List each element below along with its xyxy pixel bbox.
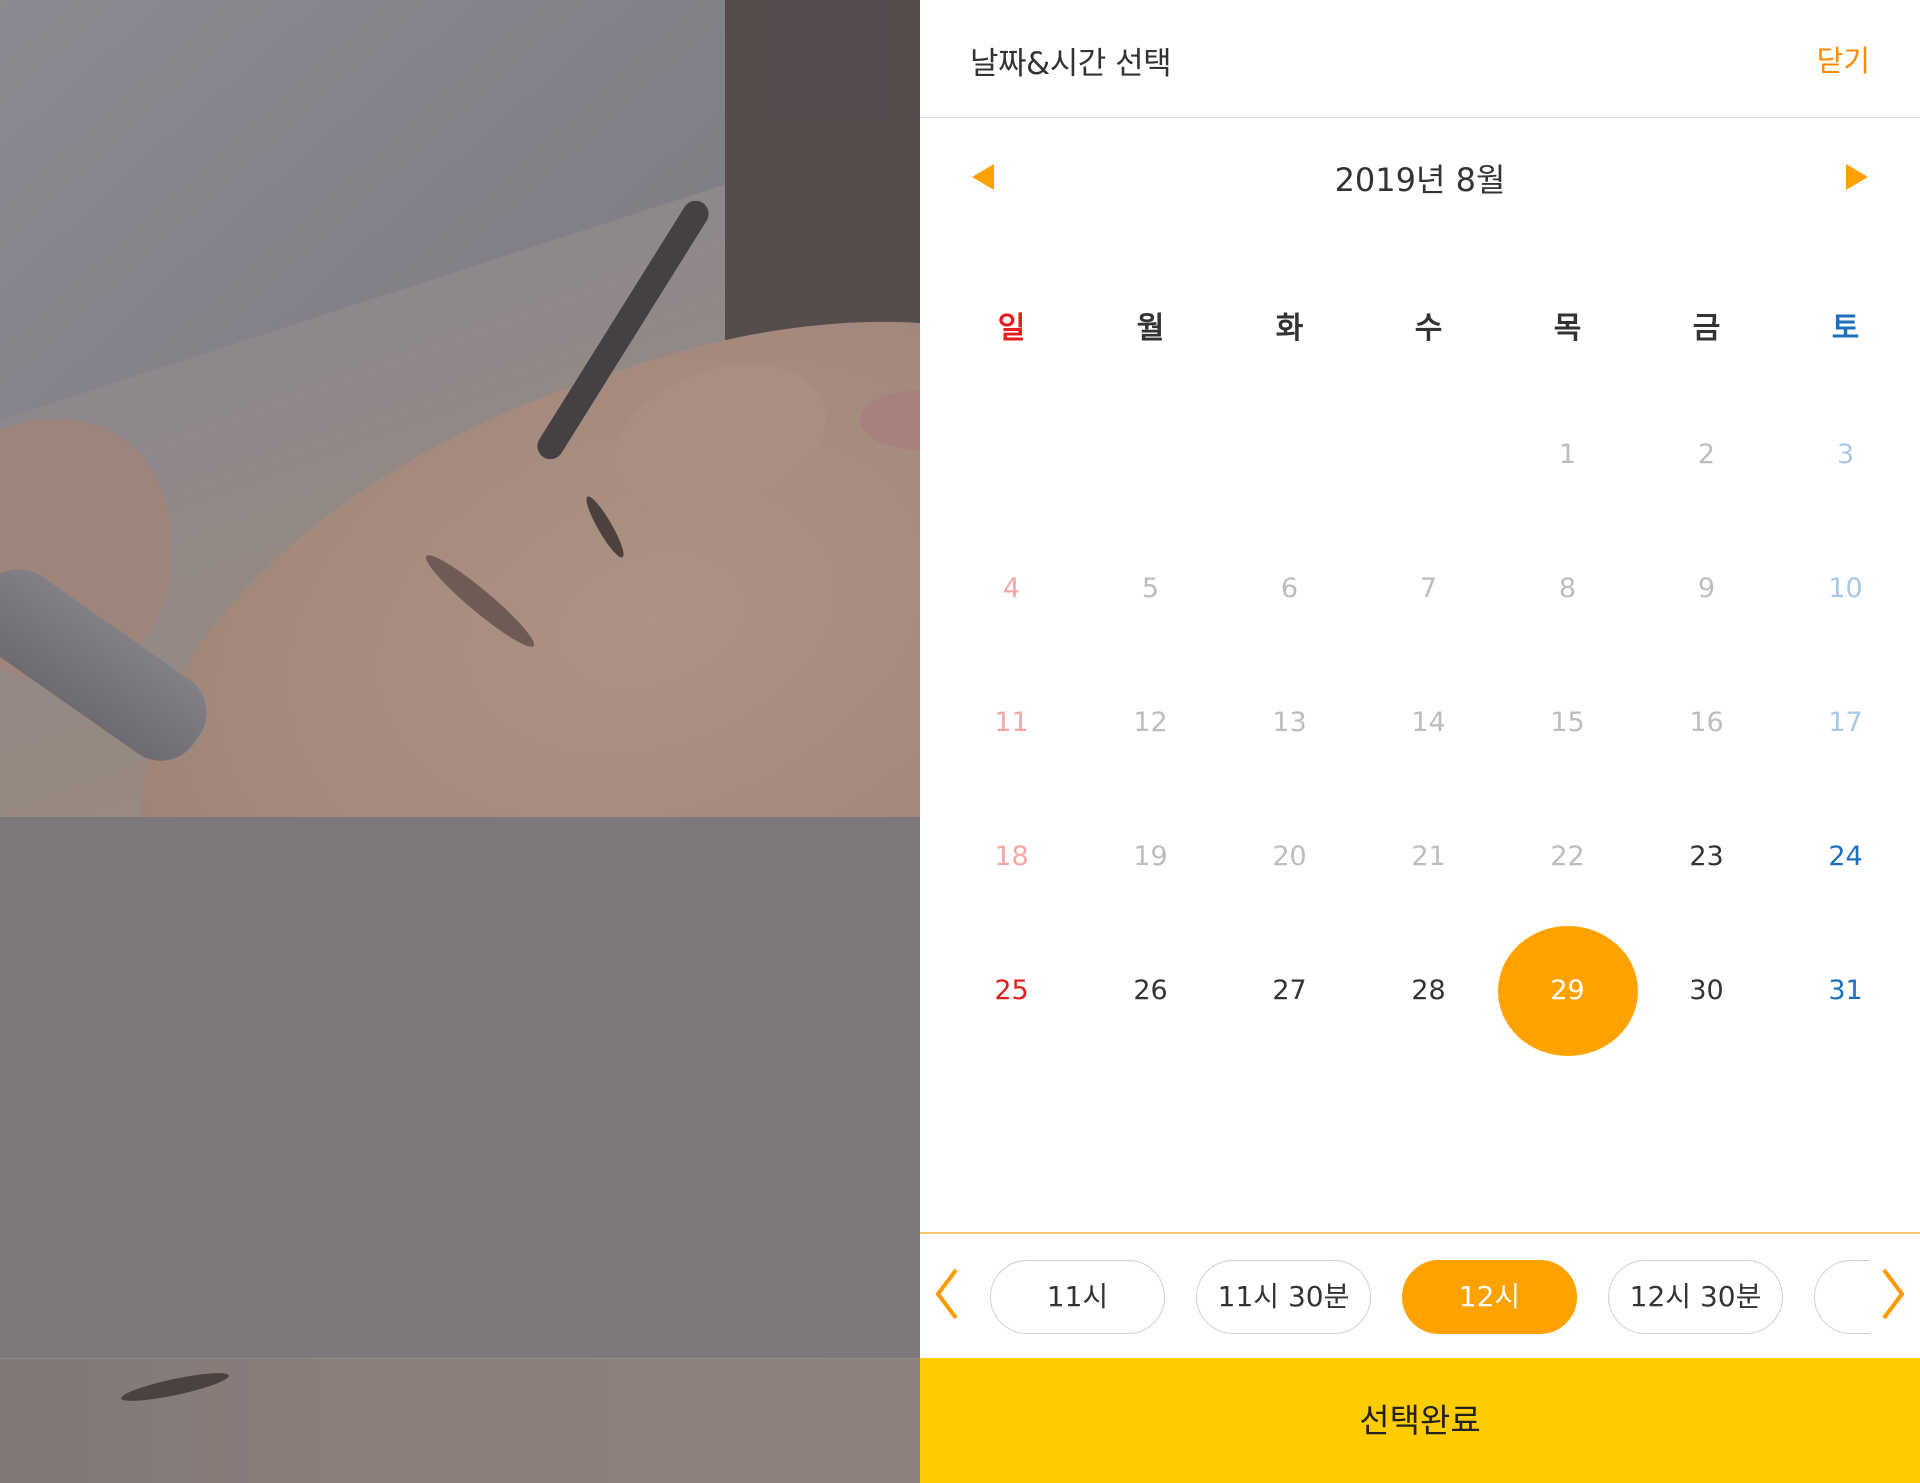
calendar-day[interactable]: 25: [942, 971, 1081, 1011]
calendar-day: 10: [1828, 573, 1863, 604]
time-selector: 11시 11시 30분 12시 12시 30분 1: [920, 1232, 1920, 1358]
calendar-day: 13: [1272, 707, 1307, 738]
calendar-day[interactable]: 26: [1081, 971, 1220, 1011]
picker-header: 날짜&시간 선택 닫기: [920, 0, 1920, 118]
calendar-day: 6: [1280, 573, 1299, 604]
confirm-selection-button[interactable]: 선택완료: [920, 1358, 1920, 1483]
calendar-day: 18: [994, 841, 1029, 872]
calendar-day: 3: [1836, 439, 1855, 470]
weekday-label: 금: [1692, 311, 1721, 346]
calendar-day: 22: [1550, 841, 1585, 872]
calendar-day[interactable]: 30: [1637, 971, 1776, 1011]
background-photo: [0, 0, 920, 1483]
calendar-day: 4: [1002, 573, 1021, 604]
calendar-day: 8: [1558, 573, 1577, 604]
calendar-day: 2: [1697, 439, 1716, 470]
time-option[interactable]: 12시 30분: [1608, 1260, 1783, 1334]
calendar-day: 15: [1550, 707, 1585, 738]
calendar-day: 17: [1828, 707, 1863, 738]
time-option[interactable]: 1: [1814, 1260, 1870, 1334]
calendar-day: 12: [1133, 707, 1168, 738]
weekday-label: 수: [1414, 311, 1443, 346]
calendar-day[interactable]: 31: [1776, 971, 1915, 1011]
calendar-day[interactable]: 27: [1220, 971, 1359, 1011]
weekday-label: 목: [1553, 311, 1582, 346]
picker-title: 날짜&시간 선택: [970, 46, 1172, 82]
weekday-label: 월: [1136, 311, 1165, 346]
month-navigation: 2019년 8월: [920, 150, 1920, 210]
calendar-day: 5: [1141, 573, 1160, 604]
weekday-label: 화: [1275, 311, 1304, 346]
time-option[interactable]: 11시 30분: [1196, 1260, 1371, 1334]
weekday-label: 일: [997, 311, 1026, 346]
calendar-day: 9: [1697, 573, 1716, 604]
calendar-day: 16: [1689, 707, 1724, 738]
calendar-day: 1: [1558, 439, 1577, 470]
time-option-selected[interactable]: 12시: [1402, 1260, 1577, 1334]
close-button[interactable]: 닫기: [1817, 38, 1870, 80]
month-label: 2019년 8월: [1334, 161, 1506, 199]
calendar-day-selected[interactable]: 29: [1498, 971, 1637, 1011]
calendar-day: 21: [1411, 841, 1446, 872]
overlay-band: [0, 817, 920, 1358]
calendar-day: 7: [1419, 573, 1438, 604]
spa-photo-bottom: [0, 1358, 920, 1483]
calendar-day: 11: [994, 707, 1029, 738]
weekday-label: 토: [1831, 311, 1860, 346]
spa-treatment-photo: [0, 0, 920, 817]
calendar-day[interactable]: 28: [1359, 971, 1498, 1011]
calendar-day[interactable]: 23: [1637, 837, 1776, 877]
calendar-day: 20: [1272, 841, 1307, 872]
time-option[interactable]: 11시: [990, 1260, 1165, 1334]
time-options: 11시 11시 30분 12시 12시 30분 1: [970, 1260, 1870, 1336]
next-time-chevron-icon[interactable]: [1878, 1264, 1908, 1324]
calendar-day[interactable]: 24: [1776, 837, 1915, 877]
calendar-day: 14: [1411, 707, 1446, 738]
calendar-day: 19: [1133, 841, 1168, 872]
next-month-arrow-icon[interactable]: [1846, 164, 1868, 190]
date-time-picker-panel: 날짜&시간 선택 닫기 2019년 8월 일 월 화 수 목 금 토 1 2 3 4 5 6 7 8 9 10 1…: [920, 0, 1920, 1483]
prev-time-chevron-icon[interactable]: [932, 1264, 962, 1324]
